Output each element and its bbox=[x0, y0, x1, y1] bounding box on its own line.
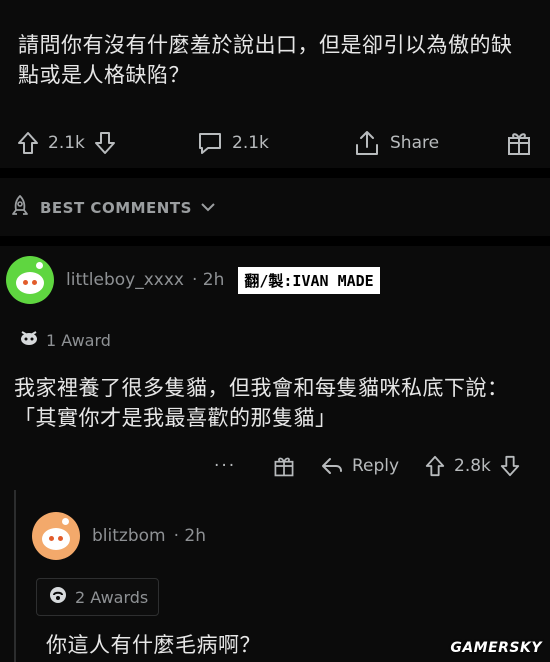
comment-age: · 2h bbox=[191, 270, 225, 290]
upvote-icon[interactable] bbox=[424, 454, 446, 478]
rocket-icon bbox=[8, 194, 32, 222]
comment-vote-group: 2.8k bbox=[424, 454, 521, 478]
award-count: 2 Awards bbox=[75, 587, 149, 607]
comment-header: littleboy_xxxx · 2h 翻/製:IVAN MADE bbox=[6, 256, 380, 304]
share-icon bbox=[352, 129, 382, 157]
downvote-icon[interactable] bbox=[93, 130, 117, 156]
more-options-icon[interactable]: ··· bbox=[214, 456, 236, 476]
section-divider bbox=[0, 168, 550, 178]
post-title: 請問你有沒有什麼羞於說出口，但是卻引以為傲的缺點或是人格缺陷？ bbox=[18, 33, 513, 87]
gift-icon bbox=[272, 454, 296, 478]
share-button[interactable]: Share bbox=[352, 129, 439, 157]
section-divider bbox=[0, 236, 550, 246]
award-badge[interactable]: 2 Awards bbox=[36, 578, 160, 616]
downvote-icon[interactable] bbox=[499, 454, 521, 478]
comment-header: blitzbom · 2h bbox=[32, 512, 206, 560]
award-icon bbox=[47, 585, 69, 609]
chevron-down-icon bbox=[200, 199, 216, 217]
award-button[interactable] bbox=[506, 129, 532, 157]
comment-vote-count: 2.8k bbox=[454, 456, 491, 476]
post-vote-count: 2.1k bbox=[48, 133, 85, 153]
award-icon bbox=[18, 328, 40, 352]
comment-username[interactable]: littleboy_xxxx bbox=[66, 270, 184, 290]
post-vote-group: 2.1k bbox=[16, 130, 117, 156]
comment-age: · 2h bbox=[173, 526, 206, 546]
credit-overlay-tag: 翻/製:IVAN MADE bbox=[238, 266, 380, 294]
reply-button[interactable]: Reply bbox=[320, 455, 399, 477]
comment-count: 2.1k bbox=[232, 133, 269, 153]
comments-button[interactable]: 2.1k bbox=[196, 130, 269, 156]
comment-action-bar: ··· Reply 2.8k bbox=[0, 446, 550, 486]
comment-sort-selector[interactable]: BEST COMMENTS bbox=[8, 194, 216, 222]
upvote-icon[interactable] bbox=[16, 130, 40, 156]
avatar[interactable] bbox=[6, 256, 54, 304]
avatar[interactable] bbox=[32, 512, 80, 560]
post-action-bar: 2.1k 2.1k Share bbox=[0, 120, 550, 166]
comment-award-button[interactable] bbox=[272, 454, 296, 478]
comment-body: 我家裡養了很多隻貓，但我會和每隻貓咪私底下說：「其實你才是我最喜歡的那隻貓」 bbox=[14, 376, 509, 430]
share-label: Share bbox=[390, 133, 440, 153]
comment-bubble-icon bbox=[196, 130, 224, 156]
comment-username[interactable]: blitzbom bbox=[92, 526, 166, 546]
reply-label: Reply bbox=[352, 456, 400, 476]
award-count: 1 Award bbox=[46, 330, 111, 350]
reply-arrow-icon bbox=[320, 455, 344, 477]
sort-label: BEST COMMENTS bbox=[40, 199, 192, 217]
gift-icon bbox=[506, 129, 532, 157]
watermark-logo: GAMERSKY bbox=[450, 640, 542, 656]
award-badge[interactable]: 1 Award bbox=[12, 324, 117, 356]
thread-line[interactable] bbox=[14, 490, 16, 662]
